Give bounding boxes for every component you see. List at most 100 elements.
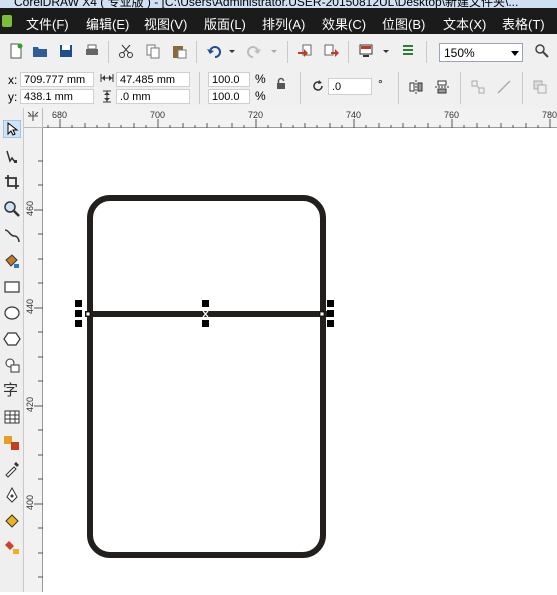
undo-dropdown-icon[interactable]	[228, 43, 236, 59]
h-tick-label: 720	[248, 110, 263, 120]
handle-bottom-center	[202, 320, 209, 327]
x-position-field[interactable]: 709.777 mm	[20, 72, 94, 87]
handle-middle-left	[75, 310, 82, 317]
welcome-icon[interactable]	[400, 43, 416, 59]
percent-label: %	[255, 72, 266, 86]
rounded-rectangle-shape[interactable]	[87, 195, 326, 558]
handle-bottom-left	[75, 320, 82, 327]
width-field[interactable]: 47.485 mm	[116, 72, 190, 87]
redo-dropdown-icon[interactable]	[270, 43, 278, 59]
height-icon	[103, 90, 111, 103]
percent-label: %	[255, 89, 266, 103]
connector-icon[interactable]	[496, 79, 512, 95]
toolbar-separator	[460, 72, 461, 104]
rectangle-tool-icon[interactable]	[3, 278, 21, 296]
scale-height-field[interactable]: 100.0	[208, 89, 250, 104]
toolbar-separator	[426, 41, 427, 63]
menu-layout[interactable]: 版面(L)	[204, 14, 246, 33]
table-tool-icon[interactable]	[3, 408, 21, 426]
toolbar-separator	[199, 72, 200, 104]
redo-icon[interactable]	[246, 43, 262, 59]
menu-effects[interactable]: 效果(C)	[322, 14, 366, 33]
height-field[interactable]: .0 mm	[116, 89, 190, 104]
text-tool-icon[interactable]: 字	[3, 380, 21, 398]
cut-icon[interactable]	[118, 43, 134, 59]
menu-edit[interactable]: 编辑(E)	[86, 14, 129, 33]
zoom-tool-icon[interactable]	[3, 200, 21, 218]
copy-icon[interactable]	[145, 43, 161, 59]
h-tick-label: 740	[346, 110, 361, 120]
outline-pen-icon[interactable]	[3, 486, 21, 504]
basic-shapes-icon[interactable]	[3, 356, 21, 374]
h-tick-label: 700	[150, 110, 165, 120]
menu-bitmaps[interactable]: 位图(B)	[382, 14, 425, 33]
toolbar-separator	[522, 72, 523, 104]
search-icon[interactable]	[534, 43, 550, 59]
node-end[interactable]	[319, 311, 325, 317]
launcher-dropdown-icon[interactable]	[382, 43, 390, 59]
h-tick-label: 680	[52, 110, 67, 120]
drawing-canvas[interactable]	[43, 128, 557, 592]
zoom-level-value: 150%	[444, 46, 475, 60]
y-position-field[interactable]: 438.1 mm	[20, 89, 94, 104]
paste-icon[interactable]	[171, 43, 187, 59]
title-bar: CorelDRAW X4 ( 专业版 ) - [C:\Users\Adminis…	[0, 0, 557, 8]
vertical-ruler-ticks: 460 440 420 400	[25, 160, 43, 578]
degree-label: °	[378, 77, 383, 91]
window-title: CorelDRAW X4 ( 专业版 ) - [C:\Users\Adminis…	[14, 0, 519, 8]
menu-view[interactable]: 视图(V)	[144, 14, 187, 33]
toolbar-separator	[398, 72, 399, 104]
eyedropper-icon[interactable]	[3, 460, 21, 478]
export-icon[interactable]	[323, 43, 339, 59]
print-icon[interactable]	[84, 43, 100, 59]
mirror-h-icon[interactable]	[408, 79, 424, 95]
polygon-tool-icon[interactable]	[3, 330, 21, 348]
width-icon	[100, 74, 114, 82]
menu-file[interactable]: 文件(F)	[26, 14, 69, 33]
application-launcher-icon[interactable]	[358, 43, 374, 59]
zoom-level-select[interactable]: 150%	[439, 43, 523, 62]
crop-tool-icon[interactable]	[3, 173, 21, 191]
h-tick-label: 780	[542, 110, 557, 120]
handle-top-center	[202, 300, 209, 307]
menu-table[interactable]: 表格(T)	[502, 14, 545, 33]
chevron-down-icon	[511, 51, 519, 56]
node-start[interactable]	[85, 311, 91, 317]
toolbar-separator	[287, 41, 288, 63]
v-tick-label: 440	[25, 299, 35, 314]
property-bar: x: 709.777 mm y: 438.1 mm 47.485 mm .0 m…	[0, 68, 557, 109]
fill-tool-icon[interactable]	[3, 512, 21, 530]
mirror-v-icon[interactable]	[434, 79, 450, 95]
menu-arrange[interactable]: 排列(A)	[262, 14, 305, 33]
vertical-ruler[interactable]: 460 440 420 400	[24, 128, 43, 592]
freehand-tool-icon[interactable]	[3, 226, 21, 244]
import-icon[interactable]	[297, 43, 313, 59]
smart-fill-icon[interactable]	[3, 252, 21, 270]
app-icon[interactable]	[2, 15, 12, 27]
v-tick-label: 420	[25, 397, 35, 412]
new-icon[interactable]	[8, 43, 24, 59]
save-icon[interactable]	[58, 43, 74, 59]
rotate-icon	[313, 80, 323, 91]
open-icon[interactable]	[32, 43, 48, 59]
rotation-field[interactable]: .0	[328, 78, 372, 95]
shape-tool-icon[interactable]	[3, 148, 21, 166]
pick-tool-icon[interactable]	[3, 120, 21, 138]
lock-ratio-icon[interactable]	[275, 77, 287, 91]
horizontal-ruler[interactable]: 680 700 720 740 760 780	[43, 108, 557, 128]
h-tick-label: 760	[444, 110, 459, 120]
group-icon[interactable]	[532, 79, 548, 95]
ellipse-tool-icon[interactable]	[3, 304, 21, 322]
handle-top-right	[327, 300, 334, 307]
v-tick-label: 460	[25, 201, 35, 216]
undo-icon[interactable]	[206, 43, 222, 59]
interactive-fill-icon[interactable]	[3, 538, 21, 556]
ruler-origin[interactable]	[24, 108, 43, 128]
menu-text[interactable]: 文本(X)	[443, 14, 486, 33]
align-icon[interactable]	[470, 79, 486, 95]
v-tick-label: 400	[25, 495, 35, 510]
horizontal-ruler-ticks: 680 700 720 740 760 780	[47, 110, 557, 128]
interactive-blend-icon[interactable]	[3, 434, 21, 452]
scale-width-field[interactable]: 100.0	[208, 72, 250, 87]
handle-bottom-right	[327, 320, 334, 327]
